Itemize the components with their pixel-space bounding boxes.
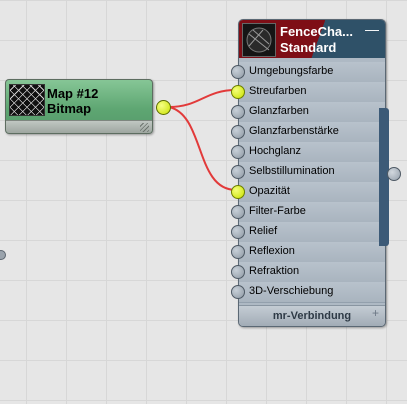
bitmap-node-title: Map #12 Bitmap: [47, 86, 98, 116]
mr-connection-label: mr-Verbindung: [272, 310, 352, 322]
slot-opazitaet[interactable]: Opazität: [231, 182, 385, 203]
material-node[interactable]: FenceCha... Standard — Umgebungsfarbe St…: [231, 19, 386, 327]
slot-socket-icon[interactable]: [231, 245, 245, 259]
fence-sphere-icon: [242, 23, 276, 57]
bitmap-output-socket[interactable]: [156, 100, 171, 115]
slot-label: Hochglanz: [249, 145, 301, 157]
slot-label: Opazität: [249, 185, 290, 197]
slot-socket-icon[interactable]: [231, 105, 245, 119]
material-node-header[interactable]: FenceCha... Standard —: [239, 20, 385, 58]
slot-socket-connected-icon[interactable]: [231, 85, 245, 99]
slot-socket-icon[interactable]: [231, 205, 245, 219]
slot-reflexion[interactable]: Reflexion: [231, 242, 385, 263]
slot-label: Filter-Farbe: [249, 205, 306, 217]
resize-grip-icon[interactable]: [140, 123, 149, 132]
slot-refraktion[interactable]: Refraktion: [231, 262, 385, 283]
material-output-socket[interactable]: [387, 167, 401, 181]
bitmap-node-footer: [6, 120, 152, 133]
slot-label: Glanzfarbenstärke: [249, 125, 339, 137]
bitmap-node-name: Map #12: [47, 86, 99, 101]
slot-label: Umgebungsfarbe: [249, 65, 334, 77]
slot-glanzfarbenstaerke[interactable]: Glanzfarbenstärke: [231, 122, 385, 143]
slot-3d-verschiebung[interactable]: 3D-Verschiebung: [231, 282, 385, 303]
wire-to-opazitaet: [168, 106, 237, 191]
slot-label: Glanzfarben: [249, 105, 309, 117]
material-node-type: Standard: [280, 40, 337, 55]
bitmap-node[interactable]: Map #12 Bitmap: [5, 79, 153, 134]
slot-umgebungsfarbe[interactable]: Umgebungsfarbe: [231, 62, 385, 83]
mr-connection-rollout[interactable]: mr-Verbindung +: [239, 305, 385, 326]
slot-hochglanz[interactable]: Hochglanz: [231, 142, 385, 163]
bitmap-node-type: Bitmap: [47, 101, 92, 116]
slot-socket-icon[interactable]: [231, 125, 245, 139]
slot-socket-icon[interactable]: [231, 145, 245, 159]
slot-socket-icon[interactable]: [231, 265, 245, 279]
material-node-title: FenceCha... Standard: [280, 24, 353, 56]
chainlink-fence-icon: [9, 84, 45, 116]
slot-socket-icon[interactable]: [231, 225, 245, 239]
slot-label: Streufarben: [249, 85, 307, 97]
slot-streufarben[interactable]: Streufarben: [231, 82, 385, 103]
plus-icon[interactable]: +: [372, 306, 379, 320]
slot-selbstillumination[interactable]: Selbstillumination: [231, 162, 385, 183]
slot-socket-icon[interactable]: [231, 65, 245, 79]
sphere-preview-icon: [246, 27, 272, 53]
slot-socket-connected-icon[interactable]: [231, 185, 245, 199]
slot-filter-farbe[interactable]: Filter-Farbe: [231, 202, 385, 223]
slot-glanzfarben[interactable]: Glanzfarben: [231, 102, 385, 123]
wire-to-streufarben: [168, 89, 237, 108]
slot-socket-icon[interactable]: [231, 285, 245, 299]
slot-socket-icon[interactable]: [231, 165, 245, 179]
slot-label: Reflexion: [249, 245, 295, 257]
slot-label: 3D-Verschiebung: [249, 285, 334, 297]
slot-label: Refraktion: [249, 265, 300, 277]
slot-label: Selbstillumination: [249, 165, 335, 177]
slot-label: Relief: [249, 225, 278, 237]
minimize-button[interactable]: —: [365, 22, 379, 36]
slot-relief[interactable]: Relief: [231, 222, 385, 243]
material-node-name: FenceCha...: [280, 24, 353, 39]
